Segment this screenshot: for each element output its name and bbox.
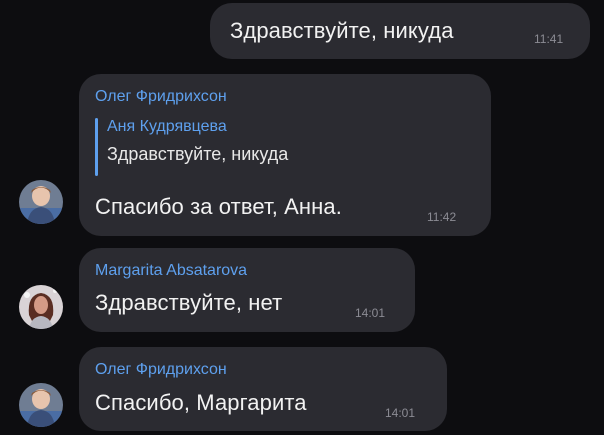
message-bubble-incoming[interactable]: Margarita Absatarova Здравствуйте, нет 1…: [79, 248, 415, 332]
message-time: 11:42: [427, 210, 457, 224]
message-text: Спасибо, Маргарита: [95, 390, 307, 415]
sender-name[interactable]: Margarita Absatarova: [95, 262, 247, 280]
reply-text: Здравствуйте, никуда: [107, 144, 289, 164]
message-time: 14:01: [355, 306, 386, 320]
message-text: Спасибо за ответ, Анна.: [95, 194, 342, 219]
message-time: 14:01: [385, 406, 416, 420]
reply-quote-bar: [95, 118, 98, 176]
reply-quote[interactable]: Аня Кудрявцева Здравствуйте, никуда: [107, 118, 288, 165]
sender-name[interactable]: Олег Фридрихсон: [95, 88, 227, 106]
avatar-female-icon[interactable]: [19, 285, 63, 329]
message-bubble-incoming[interactable]: Олег Фридрихсон Спасибо, Маргарита 14:01: [79, 347, 447, 431]
avatar-male-icon[interactable]: [19, 180, 63, 224]
message-text: Здравствуйте, нет: [95, 290, 283, 315]
message-bubble-incoming[interactable]: Олег Фридрихсон Аня Кудрявцева Здравству…: [79, 74, 491, 236]
chat-history: Здравствуйте, никуда 11:41 Олег Фридрихс…: [0, 0, 604, 435]
message-bubble-outgoing[interactable]: Здравствуйте, никуда 11:41: [210, 3, 590, 59]
message-time: 11:41: [534, 32, 564, 46]
reply-author: Аня Кудрявцева: [107, 118, 227, 135]
avatar-male-icon[interactable]: [19, 383, 63, 427]
message-text: Здравствуйте, никуда: [230, 18, 454, 43]
sender-name[interactable]: Олег Фридрихсон: [95, 361, 227, 379]
